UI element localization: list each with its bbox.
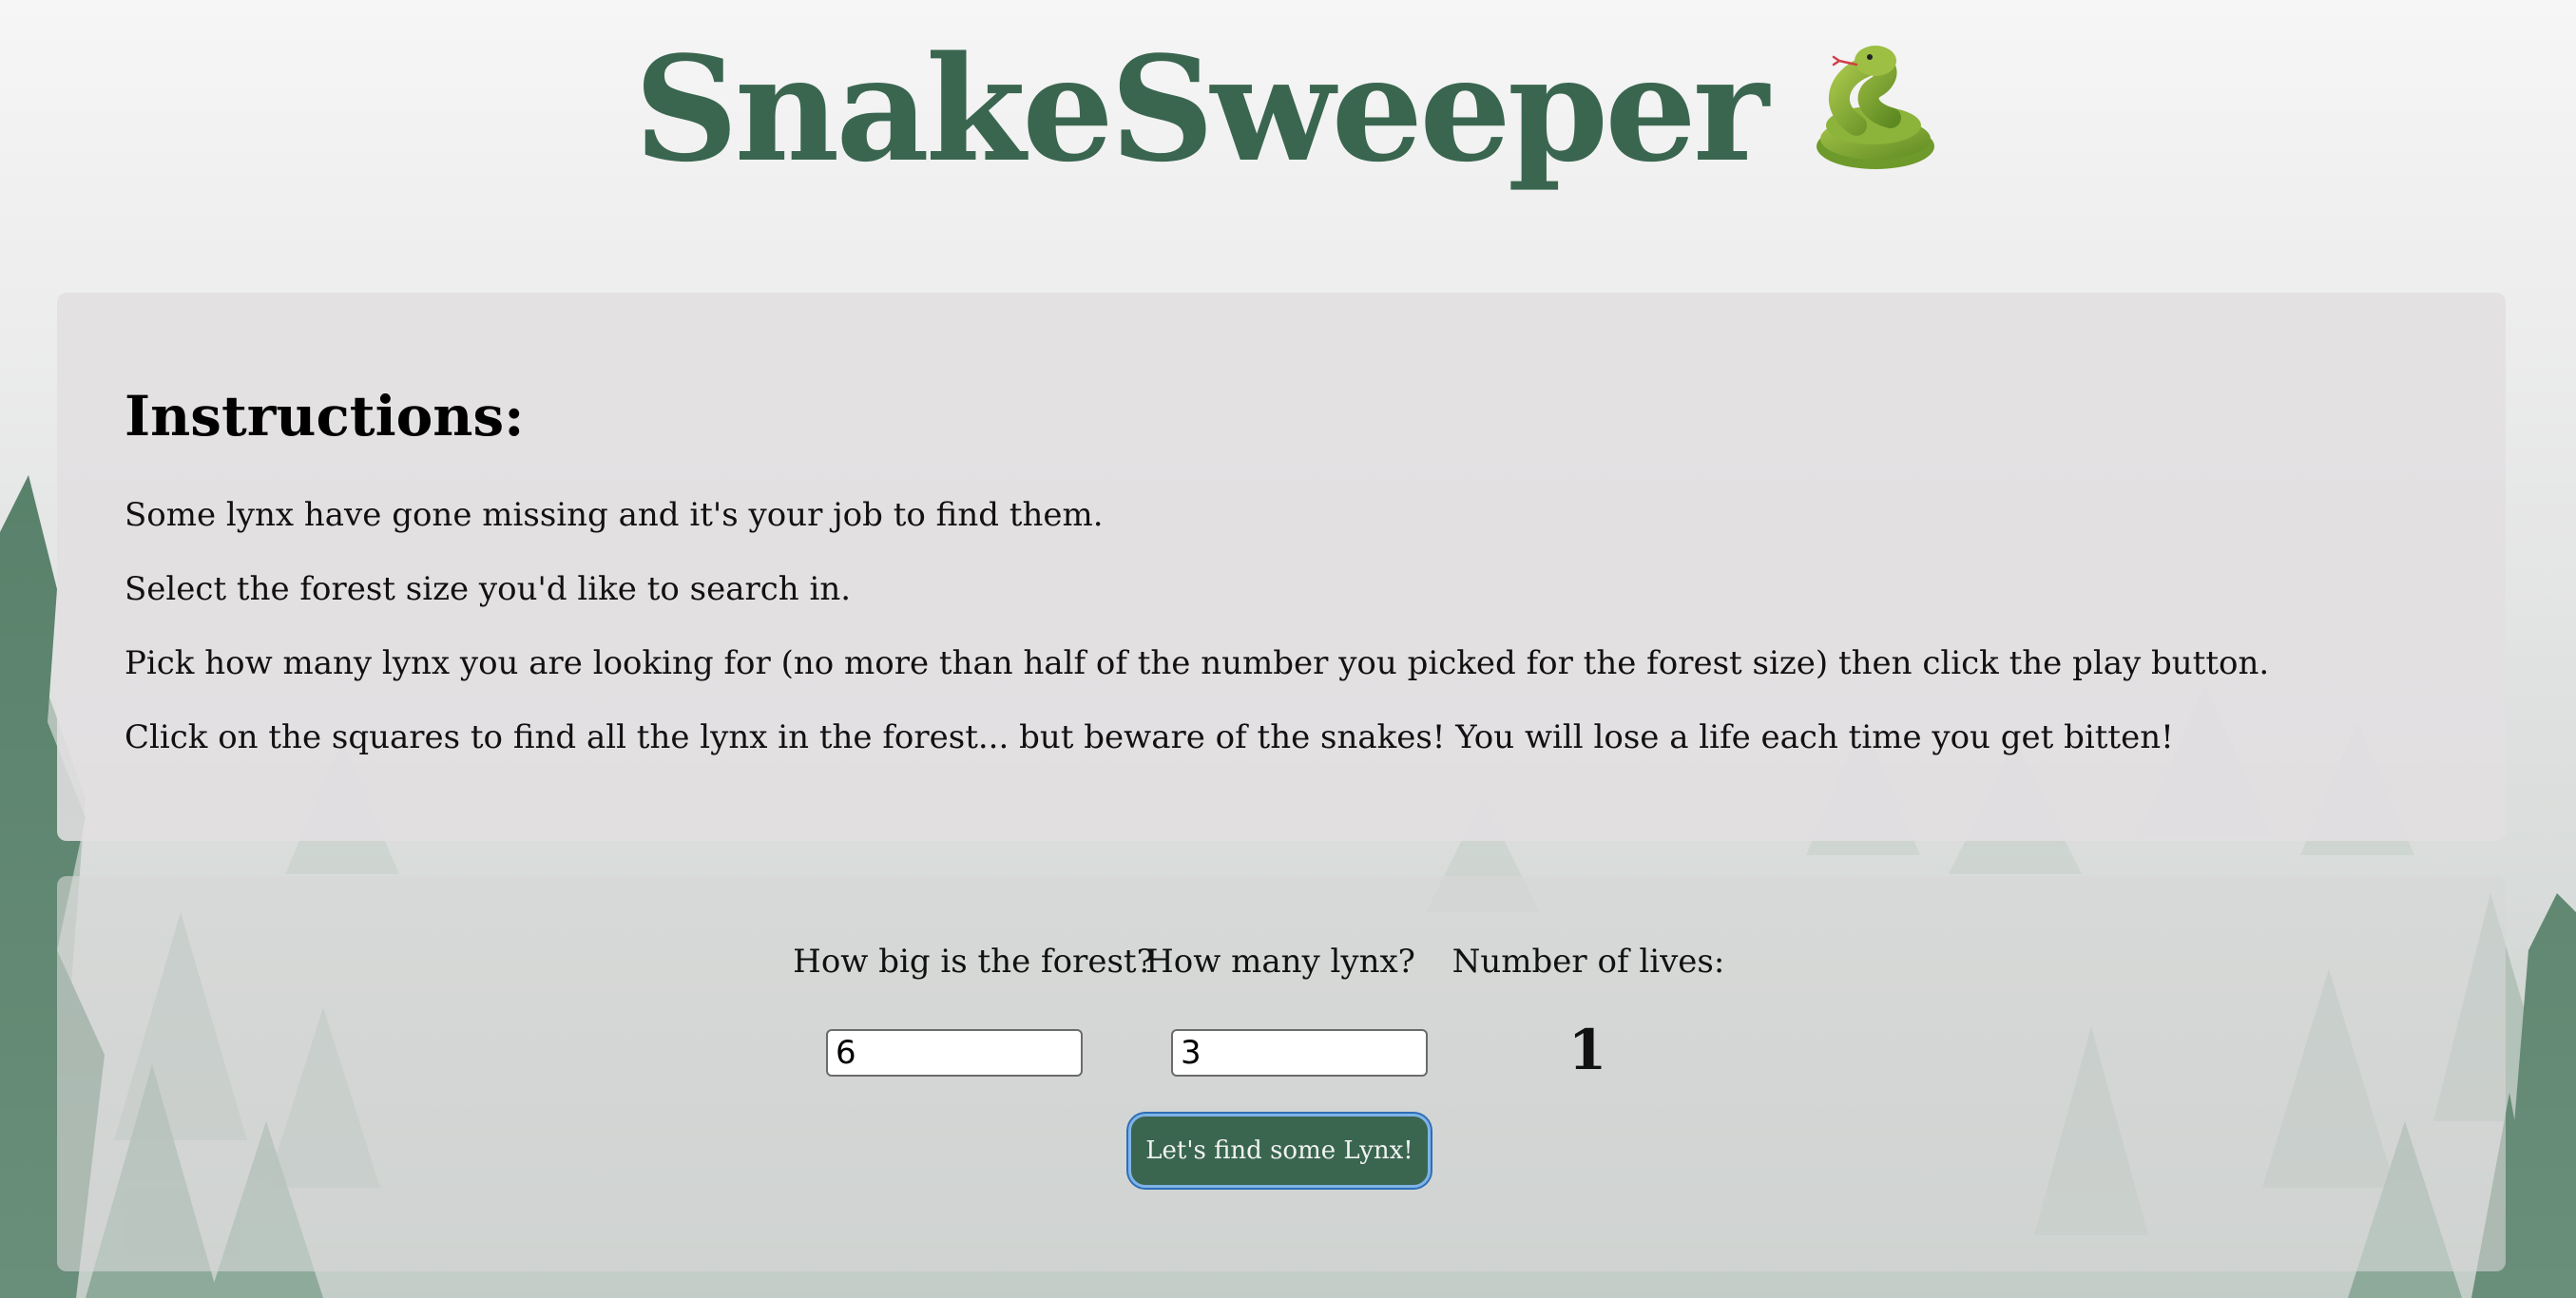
instruction-line: Click on the squares to find all the lyn…: [125, 718, 2174, 756]
lives-count: 1: [1567, 1018, 1607, 1082]
instructions-panel: Instructions: Some lynx have gone missin…: [57, 293, 2506, 841]
game-settings-panel: How big is the forest? How many lynx? Nu…: [57, 876, 2506, 1271]
instructions-heading: Instructions:: [125, 384, 525, 449]
forest-size-input[interactable]: [826, 1029, 1083, 1077]
snake-icon: [1799, 40, 1942, 173]
title-text: SnakeSweeper: [634, 24, 1769, 194]
instruction-line: Select the forest size you'd like to sea…: [125, 570, 852, 608]
lynx-count-input[interactable]: [1171, 1029, 1428, 1077]
lives-label: Number of lives:: [1451, 943, 1725, 981]
instruction-line: Some lynx have gone missing and it's you…: [125, 496, 1104, 534]
play-button[interactable]: Let's find some Lynx!: [1128, 1114, 1431, 1188]
forest-size-label: How big is the forest?: [793, 943, 1154, 981]
instruction-line: Pick how many lynx you are looking for (…: [125, 644, 2270, 682]
page-title: SnakeSweeper: [0, 29, 2576, 190]
lynx-count-label: How many lynx?: [1145, 943, 1415, 981]
